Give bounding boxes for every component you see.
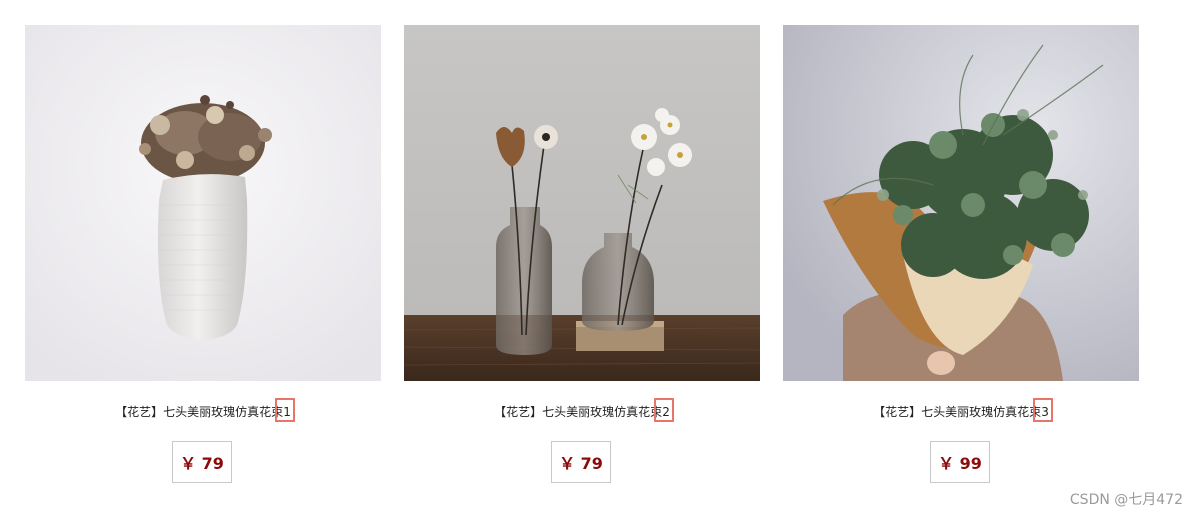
- product-title-text: 【花艺】七头美丽玫瑰仿真花束: [873, 405, 1042, 419]
- product-title[interactable]: 【花艺】七头美丽玫瑰仿真花束1: [25, 398, 381, 422]
- product-title-number: 3: [1033, 398, 1053, 422]
- product-price: ￥ 79: [559, 454, 603, 473]
- product-price-badge[interactable]: ￥ 99: [930, 441, 990, 483]
- product-price-badge[interactable]: ￥ 79: [172, 441, 232, 483]
- product-image-eucalyptus-bouquet[interactable]: [783, 25, 1139, 381]
- product-title-text: 【花艺】七头美丽玫瑰仿真花束: [494, 405, 663, 419]
- product-title-text: 【花艺】七头美丽玫瑰仿真花束: [115, 405, 284, 419]
- watermark: CSDN @七月472: [1069, 492, 1183, 508]
- product-title[interactable]: 【花艺】七头美丽玫瑰仿真花束3: [783, 398, 1139, 422]
- product-title[interactable]: 【花艺】七头美丽玫瑰仿真花束2: [404, 398, 760, 422]
- product-price: ￥ 79: [180, 454, 224, 473]
- product-card[interactable]: 【花艺】七头美丽玫瑰仿真花束2 ￥ 79: [404, 25, 760, 483]
- product-card[interactable]: 【花艺】七头美丽玫瑰仿真花束3 ￥ 99: [783, 25, 1139, 483]
- product-price: ￥ 99: [938, 454, 982, 473]
- product-image-glass-vases[interactable]: [404, 25, 760, 381]
- product-title-number: 1: [275, 398, 295, 422]
- product-title-number: 2: [654, 398, 674, 422]
- product-price-badge[interactable]: ￥ 79: [551, 441, 611, 483]
- product-card[interactable]: 【花艺】七头美丽玫瑰仿真花束1 ￥ 79: [25, 25, 381, 483]
- product-image-white-vase[interactable]: [25, 25, 381, 381]
- product-grid: 【花艺】七头美丽玫瑰仿真花束1 ￥ 79 【花艺】七头美丽玫瑰仿真花束2 ￥ 7…: [0, 0, 1197, 517]
